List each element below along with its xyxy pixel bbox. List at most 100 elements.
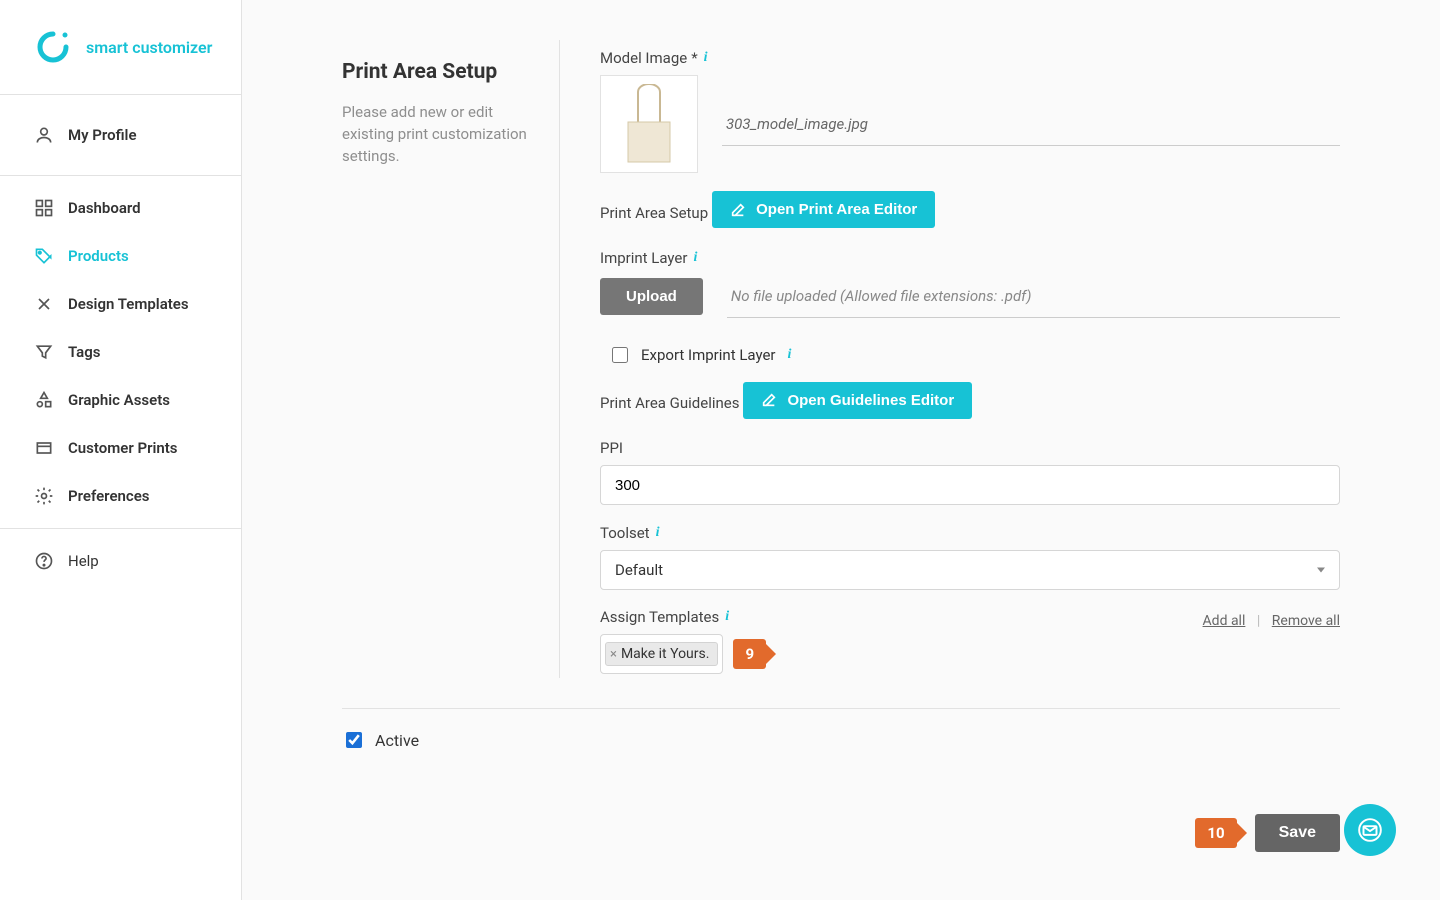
brand: smart customizer	[0, 0, 241, 95]
field-model-image: Model Image * i 303_model_image.jpg	[600, 48, 1340, 173]
gear-icon	[34, 486, 54, 506]
upload-hint: No file uploaded (Allowed file extension…	[727, 275, 1340, 318]
save-button[interactable]: Save	[1255, 814, 1340, 852]
sidebar-item-label: Customer Prints	[68, 439, 178, 457]
sidebar-item-products[interactable]: Products	[0, 232, 241, 280]
footer-actions: 10 Save	[1195, 814, 1340, 852]
imprint-layer-label-row: Imprint Layer i	[600, 249, 697, 267]
open-print-area-editor-button[interactable]: Open Print Area Editor	[712, 191, 935, 228]
sidebar-item-dashboard[interactable]: Dashboard	[0, 184, 241, 232]
chat-fab[interactable]	[1344, 804, 1396, 856]
chip-label: Make it Yours.	[621, 646, 709, 662]
form-container: Print Area Setup Please add new or edit …	[342, 40, 1340, 709]
print-area-setup-label: Print Area Setup	[600, 204, 708, 222]
sidebar-item-label: Help	[68, 552, 99, 570]
sidebar-item-label: Tags	[68, 343, 101, 361]
print-area-guidelines-label: Print Area Guidelines	[600, 394, 740, 412]
assign-templates-label: Assign Templates	[600, 608, 719, 626]
sidebar-item-label: Dashboard	[68, 199, 141, 217]
model-image-row: 303_model_image.jpg	[600, 75, 1340, 173]
tag-icon	[34, 246, 54, 266]
upload-button[interactable]: Upload	[600, 278, 703, 315]
chip-remove-icon[interactable]: ×	[610, 648, 617, 661]
info-icon[interactable]: i	[723, 609, 729, 625]
field-ppi: PPI	[600, 438, 1340, 505]
main: Print Area Setup Please add new or edit …	[242, 0, 1440, 900]
tote-bag-icon	[614, 84, 684, 164]
prints-icon	[34, 438, 54, 458]
sidebar-item-label: Graphic Assets	[68, 391, 170, 409]
export-imprint-layer-checkbox[interactable]	[612, 347, 628, 363]
assign-templates-input[interactable]: × Make it Yours.	[600, 634, 723, 674]
info-icon[interactable]: i	[702, 50, 708, 66]
nav-section-main: Dashboard Products Design Templates Tags…	[0, 176, 241, 529]
model-image-label: Model Image	[600, 49, 687, 67]
sidebar-item-design-templates[interactable]: Design Templates	[0, 280, 241, 328]
user-icon	[34, 125, 54, 145]
info-icon[interactable]: i	[654, 525, 660, 541]
toolset-label-row: Toolset i	[600, 524, 659, 542]
step-badge-9: 9	[733, 639, 766, 669]
active-label[interactable]: Active	[375, 731, 419, 750]
sidebar-item-label: Preferences	[68, 487, 150, 505]
sidebar-item-tags[interactable]: Tags	[0, 328, 241, 376]
active-checkbox[interactable]	[346, 732, 362, 748]
right-col: Model Image * i 303_model_image.jpg	[600, 40, 1340, 678]
add-all-link[interactable]: Add all	[1203, 613, 1246, 629]
info-icon[interactable]: i	[691, 250, 697, 266]
sidebar-item-label: Products	[68, 247, 129, 265]
export-imprint-layer-row: Export Imprint Layer i	[600, 336, 1340, 382]
left-col: Print Area Setup Please add new or edit …	[342, 40, 560, 678]
assign-templates-header: Assign Templates i Add all | Remove all	[600, 608, 1340, 634]
field-print-area-setup: Print Area Setup Open Print Area Editor	[600, 191, 1340, 230]
design-icon	[34, 294, 54, 314]
field-toolset: Toolset i Default	[600, 523, 1340, 590]
sidebar-item-help[interactable]: Help	[0, 537, 241, 585]
sidebar-item-graphic-assets[interactable]: Graphic Assets	[0, 376, 241, 424]
brand-name: smart customizer	[86, 38, 212, 57]
active-row: Active	[342, 709, 1340, 751]
toolset-value: Default	[615, 561, 663, 579]
button-label: Open Guidelines Editor	[787, 392, 954, 409]
remove-all-link[interactable]: Remove all	[1272, 613, 1340, 629]
filter-icon	[34, 342, 54, 362]
template-chip: × Make it Yours.	[605, 642, 718, 666]
upload-row: Upload No file uploaded (Allowed file ex…	[600, 275, 1340, 318]
assign-templates-label-row: Assign Templates i	[600, 608, 729, 626]
edit-icon	[730, 202, 746, 218]
imprint-layer-label: Imprint Layer	[600, 249, 687, 267]
model-image-filename[interactable]: 303_model_image.jpg	[722, 103, 1340, 146]
dashboard-icon	[34, 198, 54, 218]
export-imprint-layer-label[interactable]: Export Imprint Layer	[641, 346, 776, 364]
toolset-label: Toolset	[600, 524, 650, 542]
sidebar-item-label: Design Templates	[68, 295, 189, 313]
field-assign-templates: Assign Templates i Add all | Remove all …	[600, 608, 1340, 674]
field-print-area-guidelines: Print Area Guidelines Open Guidelines Ed…	[600, 382, 1340, 421]
field-imprint-layer: Imprint Layer i Upload No file uploaded …	[600, 248, 1340, 318]
model-image-thumb[interactable]	[600, 75, 698, 173]
nav-section-help: Help	[0, 529, 241, 593]
page-title: Print Area Setup	[342, 60, 529, 84]
shapes-icon	[34, 390, 54, 410]
brand-logo-icon	[34, 28, 72, 66]
mail-icon	[1357, 817, 1383, 843]
sidebar-item-customer-prints[interactable]: Customer Prints	[0, 424, 241, 472]
sidebar-item-my-profile[interactable]: My Profile	[0, 103, 241, 167]
separator: |	[1257, 613, 1260, 629]
button-label: Save	[1279, 824, 1316, 842]
nav-section-profile: My Profile	[0, 95, 241, 176]
required-star: *	[691, 49, 697, 67]
ppi-label: PPI	[600, 439, 623, 457]
assign-templates-row: × Make it Yours. 9	[600, 634, 1340, 674]
ppi-input[interactable]	[600, 465, 1340, 505]
open-guidelines-editor-button[interactable]: Open Guidelines Editor	[743, 382, 972, 419]
sidebar: smart customizer My Profile Dashboard Pr…	[0, 0, 242, 900]
button-label: Upload	[626, 288, 677, 305]
info-icon[interactable]: i	[786, 347, 792, 363]
toolset-select[interactable]: Default	[600, 550, 1340, 590]
page-subtitle: Please add new or edit existing print cu…	[342, 102, 529, 167]
sidebar-item-preferences[interactable]: Preferences	[0, 472, 241, 520]
model-image-label-row: Model Image * i	[600, 49, 708, 67]
step-badge-10: 10	[1195, 818, 1236, 848]
sidebar-item-label: My Profile	[68, 126, 137, 144]
